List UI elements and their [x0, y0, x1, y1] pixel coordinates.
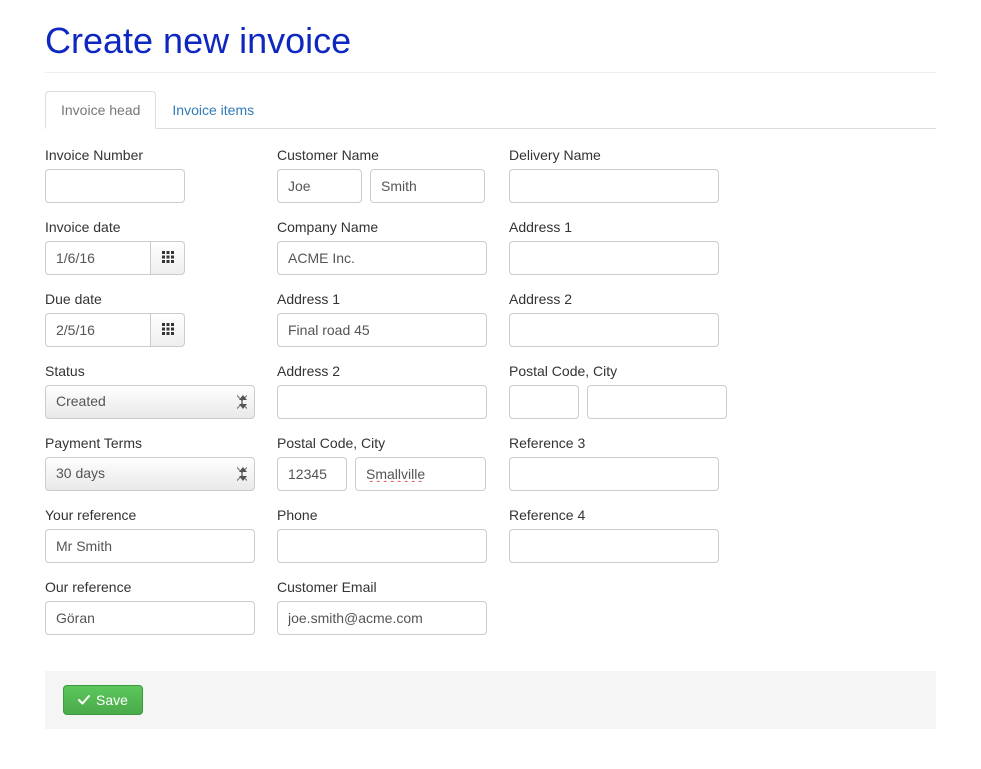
your-reference-label: Your reference [45, 507, 255, 523]
customer-name-label: Customer Name [277, 147, 487, 163]
invoice-number-input[interactable] [45, 169, 185, 203]
due-date-input[interactable] [45, 313, 151, 347]
delivery-address2-input[interactable] [509, 313, 719, 347]
save-button-label: Save [96, 692, 128, 708]
reference3-input[interactable] [509, 457, 719, 491]
delivery-city-input[interactable] [587, 385, 727, 419]
payment-terms-select[interactable]: 30 days [45, 457, 255, 491]
customer-last-name-input[interactable] [370, 169, 485, 203]
our-reference-label: Our reference [45, 579, 255, 595]
customer-first-name-input[interactable] [277, 169, 362, 203]
status-label: Status [45, 363, 255, 379]
delivery-name-label: Delivery Name [509, 147, 719, 163]
reference4-label: Reference 4 [509, 507, 719, 523]
page-title: Create new invoice [45, 20, 936, 73]
customer-postal-label: Postal Code, City [277, 435, 487, 451]
delivery-postal-code-input[interactable] [509, 385, 579, 419]
company-name-label: Company Name [277, 219, 487, 235]
our-reference-input[interactable] [45, 601, 255, 635]
delivery-address1-label: Address 1 [509, 219, 719, 235]
delivery-name-input[interactable] [509, 169, 719, 203]
customer-address1-label: Address 1 [277, 291, 487, 307]
save-button[interactable]: Save [63, 685, 143, 715]
invoice-date-label: Invoice date [45, 219, 255, 235]
invoice-date-input[interactable] [45, 241, 151, 275]
company-name-input[interactable] [277, 241, 487, 275]
reference3-label: Reference 3 [509, 435, 719, 451]
form-area: Invoice Number Invoice date Due date [45, 129, 936, 651]
phone-label: Phone [277, 507, 487, 523]
phone-input[interactable] [277, 529, 487, 563]
column-delivery: Delivery Name Address 1 Address 2 Postal… [509, 147, 719, 651]
status-select[interactable]: Created [45, 385, 255, 419]
customer-address2-input[interactable] [277, 385, 487, 419]
customer-email-label: Customer Email [277, 579, 487, 595]
invoice-date-picker-button[interactable] [151, 241, 185, 275]
delivery-address1-input[interactable] [509, 241, 719, 275]
column-customer: Customer Name Company Name Address 1 Add… [277, 147, 487, 651]
tabs: Invoice head Invoice items [45, 91, 936, 129]
check-icon [78, 694, 90, 706]
customer-city-input[interactable] [355, 457, 486, 491]
due-date-picker-button[interactable] [151, 313, 185, 347]
your-reference-input[interactable] [45, 529, 255, 563]
customer-address1-input[interactable] [277, 313, 487, 347]
calendar-icon [162, 250, 174, 266]
reference4-input[interactable] [509, 529, 719, 563]
customer-address2-label: Address 2 [277, 363, 487, 379]
delivery-address2-label: Address 2 [509, 291, 719, 307]
customer-email-input[interactable] [277, 601, 487, 635]
invoice-number-label: Invoice Number [45, 147, 255, 163]
payment-terms-label: Payment Terms [45, 435, 255, 451]
delivery-postal-label: Postal Code, City [509, 363, 719, 379]
customer-postal-code-input[interactable] [277, 457, 347, 491]
calendar-icon [162, 322, 174, 338]
footer-bar: Save [45, 671, 936, 729]
tab-invoice-head[interactable]: Invoice head [45, 91, 156, 129]
column-invoice: Invoice Number Invoice date Due date [45, 147, 255, 651]
due-date-label: Due date [45, 291, 255, 307]
tab-invoice-items[interactable]: Invoice items [156, 91, 270, 129]
